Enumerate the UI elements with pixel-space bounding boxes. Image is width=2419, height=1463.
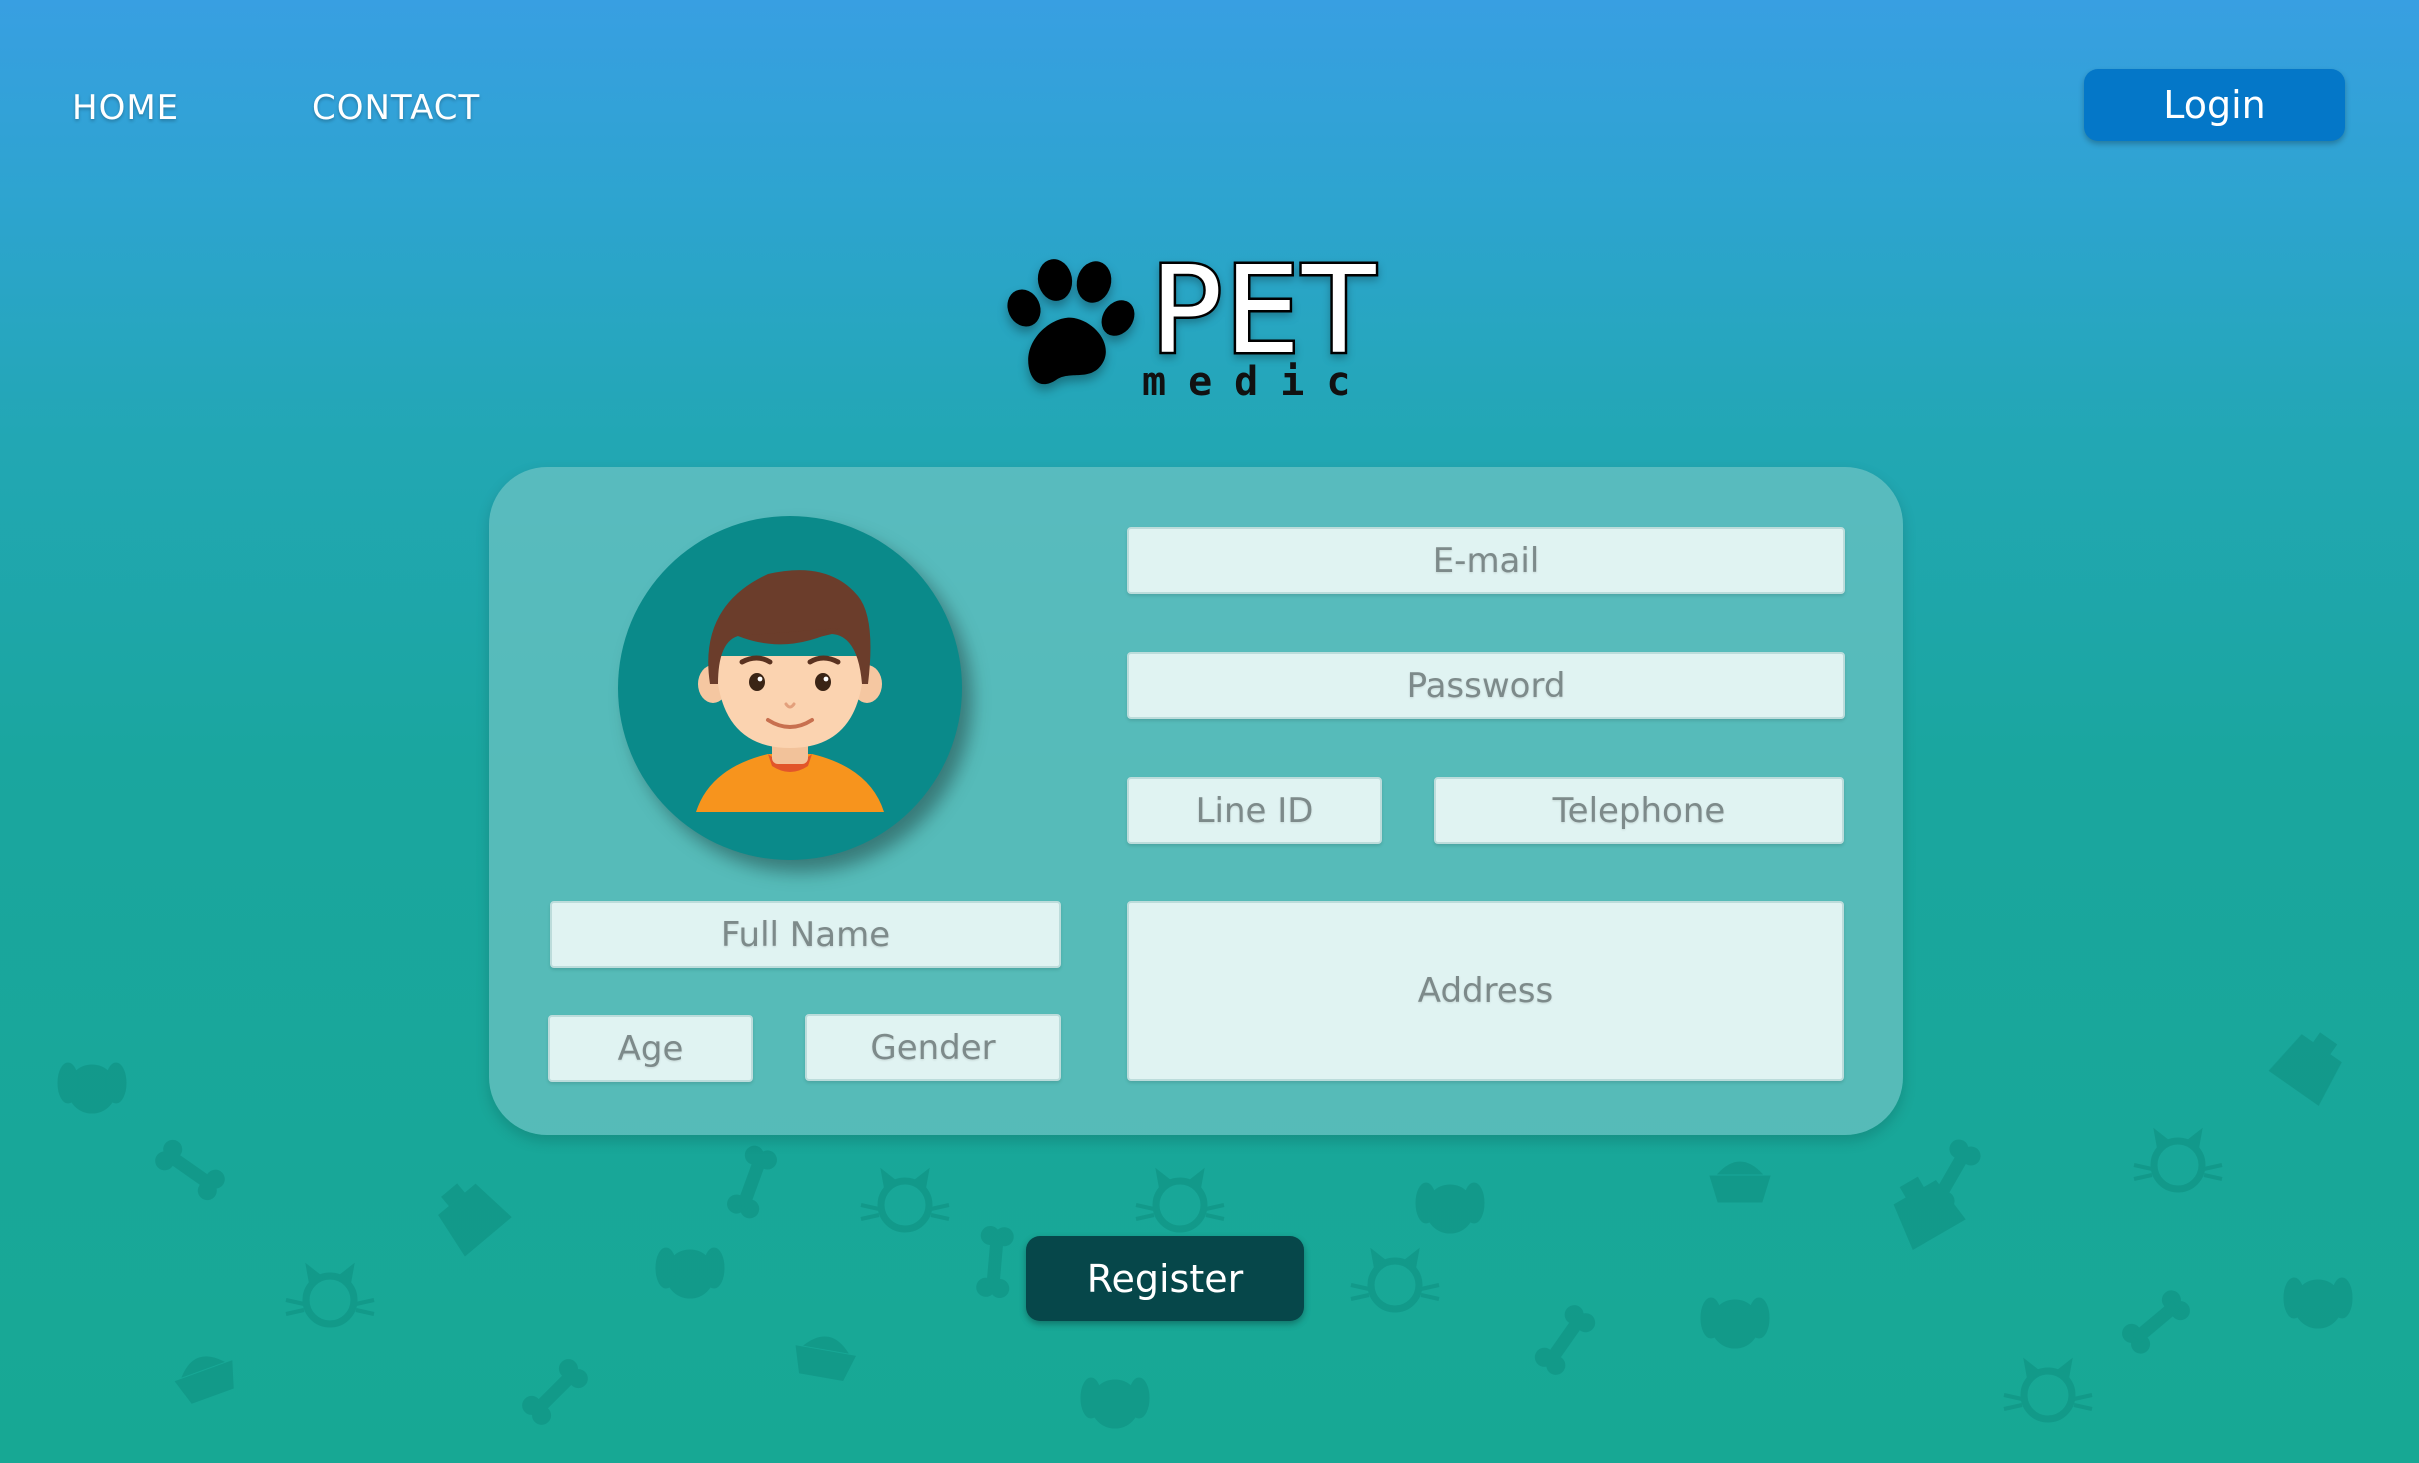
gender-field[interactable]: Gender <box>805 1014 1061 1081</box>
address-field[interactable]: Address <box>1127 901 1844 1081</box>
age-field[interactable]: Age <box>548 1015 753 1082</box>
register-button[interactable]: Register <box>1026 1236 1304 1321</box>
pet-medic-logo: PET medic <box>990 249 1378 412</box>
password-field[interactable]: Password <box>1127 652 1845 719</box>
telephone-field[interactable]: Telephone <box>1434 777 1844 844</box>
login-button[interactable]: Login <box>2084 69 2345 141</box>
logo-subtitle: medic <box>1142 359 1373 405</box>
avatar[interactable] <box>618 516 962 860</box>
email-field[interactable]: E-mail <box>1127 527 1845 594</box>
paw-icon <box>1007 259 1135 385</box>
user-avatar-icon <box>696 570 884 812</box>
nav-contact-link[interactable]: CONTACT <box>312 88 480 128</box>
nav-home-link[interactable]: HOME <box>72 88 179 128</box>
full-name-field[interactable]: Full Name <box>550 901 1061 968</box>
logo-title: PET <box>1147 242 1378 381</box>
line-id-field[interactable]: Line ID <box>1127 777 1382 844</box>
